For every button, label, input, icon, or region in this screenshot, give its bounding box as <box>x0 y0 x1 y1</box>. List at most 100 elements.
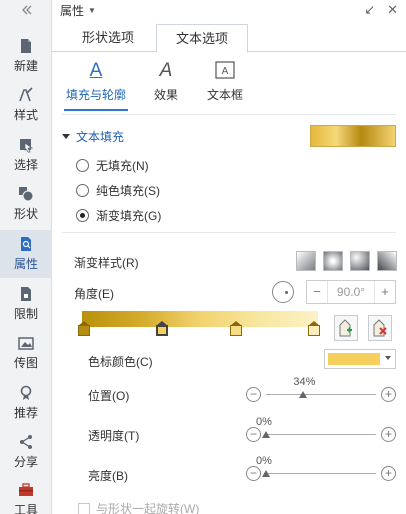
radio-solid-fill[interactable]: 纯色填充(S) <box>76 182 160 199</box>
angle-spinner[interactable]: − 90.0° + <box>306 280 396 304</box>
sidebar-item-properties[interactable]: 属性 <box>0 230 52 278</box>
minus-icon[interactable]: − <box>246 466 261 481</box>
plus-icon[interactable]: + <box>381 427 396 442</box>
text-effect-icon: A <box>159 60 173 81</box>
angle-label: 角度(E) <box>74 287 114 301</box>
gradient-bar[interactable] <box>82 311 318 327</box>
plus-icon[interactable]: + <box>381 466 396 481</box>
radio-no-fill[interactable]: 无填充(N) <box>76 157 149 174</box>
radio-button[interactable] <box>76 184 89 197</box>
radio-label: 纯色填充(S) <box>96 184 160 198</box>
shapes-icon <box>19 187 34 202</box>
properties-panel: 属性 ▼ ↙ ✕ 形状选项 文本选项 A 填充与轮廓 A 效果 A 文本框 文本… <box>52 0 406 514</box>
subtab-fill-outline[interactable]: A 填充与轮廓 <box>64 60 128 111</box>
radio-button-selected[interactable] <box>76 209 89 222</box>
position-slider[interactable]: − 34% + <box>246 376 396 406</box>
slider-thumb[interactable] <box>262 470 270 477</box>
section-text-fill-header[interactable]: 文本填充 <box>62 128 124 145</box>
title-dropdown-icon[interactable]: ▼ <box>88 6 96 15</box>
sidebar-item-new[interactable]: 新建 <box>0 32 52 80</box>
pin-arrow-icon[interactable]: ↙ <box>364 2 375 18</box>
add-stop-icon <box>339 319 352 337</box>
restrict-file-icon <box>21 287 31 301</box>
stop-color-picker[interactable] <box>324 349 396 369</box>
subtab-text-box[interactable]: A 文本框 <box>202 60 248 103</box>
minus-icon[interactable]: − <box>246 427 261 442</box>
sidebar-item-label: 传图 <box>13 356 38 370</box>
sidebar-item-share[interactable]: 分享 <box>0 428 52 476</box>
subtab-effect[interactable]: A 效果 <box>148 60 184 103</box>
plus-icon[interactable]: + <box>381 387 396 402</box>
minus-icon[interactable]: − <box>246 387 261 402</box>
tab-shape-options[interactable]: 形状选项 <box>60 24 156 52</box>
section-title: 文本填充 <box>76 130 125 144</box>
radio-label: 无填充(N) <box>96 159 149 173</box>
position-value: 34% <box>293 376 316 388</box>
svg-text:A: A <box>222 66 229 77</box>
divider <box>62 114 396 115</box>
add-stop-button[interactable] <box>334 315 358 341</box>
toolbox-icon <box>19 483 33 496</box>
panel-titlebar: 属性 ▼ ↙ ✕ <box>52 0 406 20</box>
stop-color-swatch <box>328 353 380 365</box>
select-cursor-icon <box>20 139 34 153</box>
transparency-slider[interactable]: − 0% + <box>246 416 396 446</box>
sidebar-item-label: 工具 <box>13 503 38 514</box>
radio-label: 渐变填充(G) <box>96 209 162 223</box>
sidebar-item-label: 选择 <box>13 158 38 172</box>
panel-title[interactable]: 属性 <box>60 2 84 19</box>
rotate-with-shape-checkbox[interactable]: 与形状一起旋转(W) <box>78 500 199 514</box>
properties-icon <box>21 237 31 251</box>
angle-value[interactable]: 90.0° <box>327 281 375 303</box>
collapse-triangle-icon[interactable] <box>62 134 70 139</box>
upload-image-icon <box>18 337 34 350</box>
transparency-label: 透明度(T) <box>88 429 140 443</box>
sidebar-item-upload-image[interactable]: 传图 <box>0 329 52 377</box>
sidebar-item-style[interactable]: 样式 <box>0 81 52 129</box>
checkbox[interactable] <box>78 502 90 514</box>
decrement-button[interactable]: − <box>307 281 327 303</box>
chevron-down-icon[interactable] <box>385 356 391 360</box>
position-label: 位置(O) <box>88 389 130 403</box>
gradient-stop[interactable] <box>78 321 90 336</box>
sidebar-item-select[interactable]: 选择 <box>0 131 52 179</box>
sidebar-item-shapes[interactable]: 形状 <box>0 180 52 228</box>
double-chevron-left-icon[interactable] <box>18 2 34 18</box>
sidebar-collapse[interactable] <box>0 0 51 20</box>
gradient-style-linear[interactable] <box>296 251 316 271</box>
radio-gradient-fill[interactable]: 渐变填充(G) <box>76 207 161 224</box>
close-icon[interactable]: ✕ <box>387 2 398 18</box>
share-icon <box>20 435 32 449</box>
gradient-style-path[interactable] <box>377 251 397 271</box>
tab-text-options[interactable]: 文本选项 <box>156 24 248 53</box>
gradient-stop[interactable] <box>230 321 242 336</box>
slider-thumb[interactable] <box>262 431 270 438</box>
text-fill-outline-icon: A <box>89 60 103 81</box>
sub-tabs: A 填充与轮廓 A 效果 A 文本框 <box>52 56 406 111</box>
radio-button[interactable] <box>76 159 89 172</box>
gradient-style-rectangular[interactable] <box>350 251 370 271</box>
option-tabs: 形状选项 文本选项 <box>52 20 406 53</box>
gradient-style-options <box>296 251 397 271</box>
increment-button[interactable]: + <box>375 281 395 303</box>
gradient-stop[interactable] <box>308 321 320 336</box>
slider-track[interactable] <box>266 394 376 395</box>
angle-dial[interactable] <box>272 281 294 303</box>
sidebar-item-tools[interactable]: 工具 <box>0 476 52 514</box>
delete-stop-button[interactable] <box>368 315 392 341</box>
brightness-slider[interactable]: − 0% + <box>246 455 396 485</box>
sidebar-item-recommend[interactable]: 推荐 <box>0 379 52 427</box>
slider-thumb[interactable] <box>299 391 308 398</box>
sidebar-item-restrict[interactable]: 限制 <box>0 280 52 328</box>
new-file-icon <box>21 39 31 53</box>
gradient-style-radial[interactable] <box>323 251 343 271</box>
slider-track[interactable] <box>266 434 376 435</box>
sidebar-item-label: 形状 <box>13 207 38 221</box>
brightness-label: 亮度(B) <box>88 469 128 483</box>
divider <box>62 232 396 233</box>
checkbox-label: 与形状一起旋转(W) <box>96 502 200 514</box>
slider-track[interactable] <box>266 473 376 474</box>
sidebar-item-label: 属性 <box>13 257 38 271</box>
gradient-stop-selected[interactable] <box>156 321 168 336</box>
subtab-label: 效果 <box>153 88 178 102</box>
